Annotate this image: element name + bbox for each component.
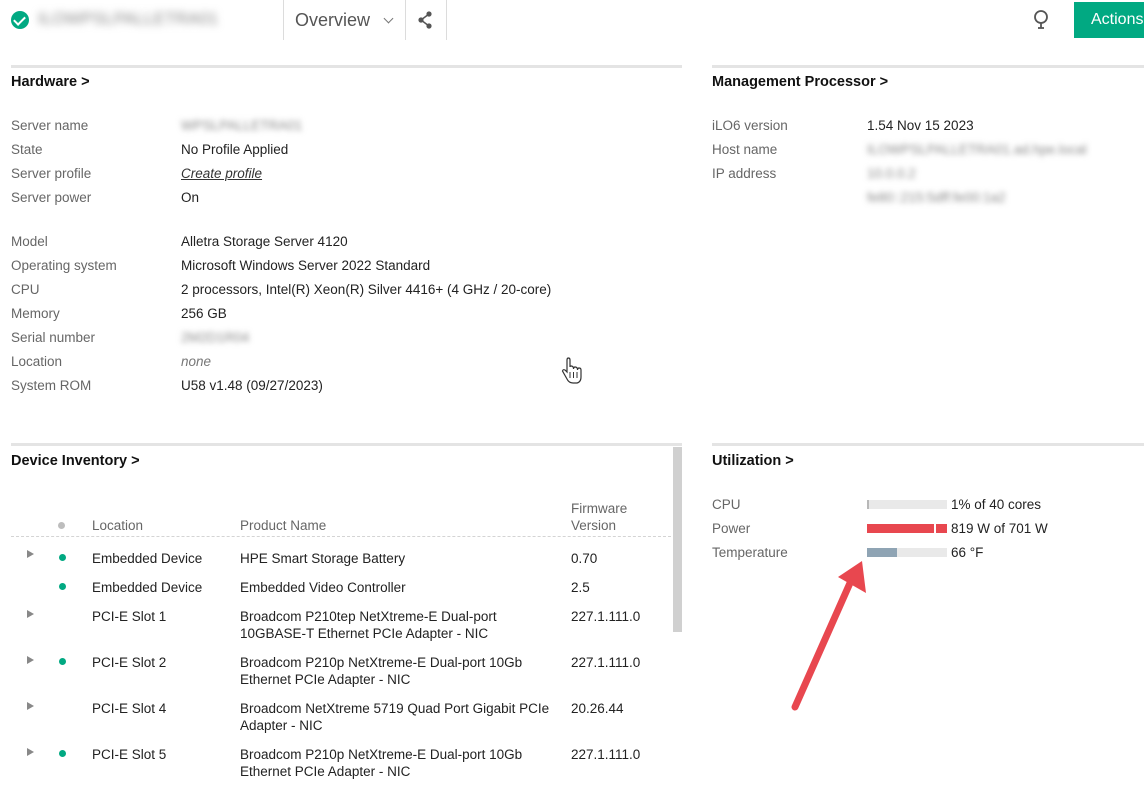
row-location: Embedded Device [92,551,203,566]
panel-divider [712,65,1144,68]
divider [446,0,447,40]
view-selector-label: Overview [295,10,371,30]
os-value: Microsoft Windows Server 2022 Standard [181,258,431,273]
row-firmware: 227.1.111.0 [571,655,641,670]
chevron-down-icon [383,13,394,24]
system-rom-value: U58 v1.48 (09/27/2023) [181,378,323,393]
state-value: No Profile Applied [181,142,289,157]
memory-value: 256 GB [181,306,227,321]
row-product-line2: 10GBASE-T Ethernet PCIe Adapter - NIC [240,626,489,641]
row-product-line2: Ethernet PCIe Adapter - NIC [240,764,411,779]
inventory-scrollbar[interactable] [673,447,682,632]
model-value: Alletra Storage Server 4120 [181,234,348,249]
temperature-text: 66 °F [951,545,984,560]
cpu-utilization-text: 1% of 40 cores [951,497,1042,512]
server-profile-label: Server profile [11,166,92,181]
panel-divider [11,65,682,68]
panel-divider [11,443,682,446]
row-product: Broadcom P210tep NetXtreme-E Dual-port [240,609,497,624]
status-column-header-dot [58,522,65,529]
row-expand-icon[interactable] [27,610,34,618]
serial-number-label: Serial number [11,330,96,345]
ip-address-value: 10.0.0.2 [867,166,916,181]
device-inventory-panel-title[interactable]: Device Inventory > [11,453,140,469]
server-title: ILOWPSLPALLETRA01 [38,9,219,28]
product-name-column-header[interactable]: Product Name [240,517,326,534]
status-ok-dot [59,750,66,757]
top-bar: ILOWPSLPALLETRA01 Overview Actions [0,0,1144,40]
model-label: Model [11,234,48,249]
memory-label: Memory [11,306,60,321]
view-selector[interactable]: Overview [284,0,405,40]
server-name-value: WPSLPALLETRA01 [181,118,303,133]
row-expand-icon[interactable] [27,702,34,710]
location-label: Location [11,354,63,369]
power-utilization-bar [867,524,947,533]
row-product: Broadcom P210p NetXtreme-E Dual-port 10G… [240,747,523,762]
location-column-header[interactable]: Location [92,517,143,534]
row-firmware: 227.1.111.0 [571,747,641,762]
state-label: State [11,142,43,157]
divider [405,0,406,40]
cpu-utilization-fill [867,500,869,509]
row-location: PCI-E Slot 2 [92,655,167,670]
cpu-utilization-label: CPU [712,497,741,512]
serial-number-value: 2M2D1R04 [181,330,250,345]
status-ok-dot [59,583,66,590]
row-expand-icon[interactable] [27,550,34,558]
row-expand-icon[interactable] [27,748,34,756]
location-value: none [181,354,212,369]
firmware-column-header-line1[interactable]: Firmware [571,500,627,517]
server-power-label: Server power [11,190,92,205]
host-name-value: ILOWPSLPALLETRA01.ad.hpe.local [867,142,1087,157]
row-location: PCI-E Slot 1 [92,609,167,624]
ilo-version-label: iLO6 version [712,118,788,133]
management-panel-title[interactable]: Management Processor > [712,74,888,90]
row-product: Broadcom P210p NetXtreme-E Dual-port 10G… [240,655,523,670]
status-ok-dot [59,554,66,561]
power-utilization-label: Power [712,521,751,536]
system-rom-label: System ROM [11,378,92,393]
row-product: HPE Smart Storage Battery [240,551,406,566]
ip-address-secondary-value: fe80::215:5dff:fe00:1a2 [867,190,1006,205]
status-ok-dot [59,658,66,665]
utilization-panel-title[interactable]: Utilization > [712,453,794,469]
row-firmware: 227.1.111.0 [571,609,641,624]
row-firmware: 2.5 [571,580,590,595]
hardware-panel-title[interactable]: Hardware > [11,74,90,90]
temperature-label: Temperature [712,545,788,560]
row-location: PCI-E Slot 5 [92,747,167,762]
row-firmware: 0.70 [571,551,598,566]
row-firmware: 20.26.44 [571,701,624,716]
hand-cursor-icon [560,357,584,385]
server-name-label: Server name [11,118,89,133]
os-label: Operating system [11,258,117,273]
bulb-icon[interactable] [1030,8,1052,32]
row-location: PCI-E Slot 4 [92,701,167,716]
table-header-divider [11,536,671,537]
ip-address-label: IP address [712,166,777,181]
create-profile-link[interactable]: Create profile [181,166,262,181]
status-ok-icon [11,11,29,29]
row-location: Embedded Device [92,580,203,595]
row-product: Embedded Video Controller [240,580,406,595]
power-utilization-text: 819 W of 701 W [951,521,1048,536]
cpu-label: CPU [11,282,40,297]
firmware-column-header-line2[interactable]: Version [571,517,616,534]
cpu-utilization-bar [867,500,947,509]
row-product-line2: Ethernet PCIe Adapter - NIC [240,672,411,687]
actions-button[interactable]: Actions [1074,2,1144,38]
row-product: Broadcom NetXtreme 5719 Quad Port Gigabi… [240,701,550,716]
server-power-value: On [181,190,200,205]
row-product-line2: Adapter - NIC [240,718,323,733]
row-expand-icon[interactable] [27,656,34,664]
host-name-label: Host name [712,142,778,157]
cpu-value: 2 processors, Intel(R) Xeon(R) Silver 44… [181,282,552,297]
annotation-arrow-icon [780,555,880,715]
ilo-version-value: 1.54 Nov 15 2023 [867,118,974,133]
power-threshold-marker [934,524,936,533]
share-icon[interactable] [410,8,440,32]
panel-divider [712,443,1144,446]
